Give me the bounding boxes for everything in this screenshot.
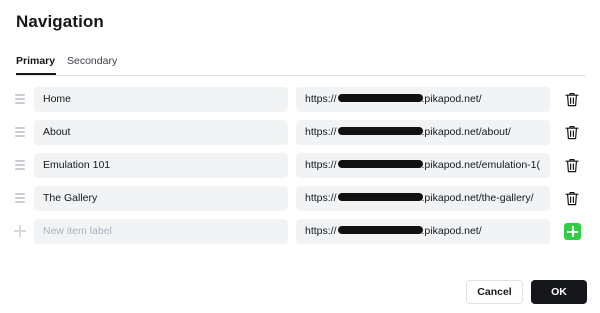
url-suffix: .pikapod.net/ — [421, 225, 482, 237]
trash-icon[interactable] — [565, 125, 579, 140]
redacted-mark — [337, 127, 423, 136]
nav-item-label: The Gallery — [43, 192, 98, 204]
new-item-label-placeholder: New item label — [43, 225, 112, 237]
nav-item-label: Emulation 101 — [43, 159, 111, 171]
modal-title: Navigation — [16, 12, 104, 31]
drag-handle-icon[interactable] — [15, 93, 26, 105]
nav-item-url-field[interactable]: https:// .pikapod.net/ — [296, 87, 550, 112]
redacted-mark — [337, 160, 423, 169]
tab-primary[interactable]: Primary — [16, 55, 57, 75]
navigation-modal: Navigation Primary Secondary Home https:… — [0, 0, 600, 313]
url-prefix: https:// — [305, 225, 337, 237]
url-suffix: .pikapod.net/ — [421, 93, 482, 105]
new-item-row: New item label https:// .pikapod.net/ — [0, 219, 600, 244]
nav-item-url-field[interactable]: https:// .pikapod.net/about/ — [296, 120, 550, 145]
nav-item-row: About https:// .pikapod.net/about/ — [0, 120, 600, 145]
url-prefix: https:// — [305, 126, 337, 138]
plus-icon — [14, 225, 26, 237]
nav-item-label-field[interactable]: The Gallery — [34, 186, 288, 211]
url-suffix: .pikapod.net/the-gallery/ — [421, 192, 534, 204]
add-item-button[interactable] — [564, 223, 581, 240]
url-suffix: .pikapod.net/emulation-1( — [421, 159, 541, 171]
redacted-mark — [337, 94, 423, 103]
drag-handle-icon[interactable] — [15, 192, 26, 204]
nav-item-label-field[interactable]: About — [34, 120, 288, 145]
tab-secondary[interactable]: Secondary — [67, 55, 117, 75]
url-prefix: https:// — [305, 93, 337, 105]
trash-icon[interactable] — [565, 158, 579, 173]
ok-button[interactable]: OK — [531, 280, 587, 304]
trash-icon[interactable] — [565, 191, 579, 206]
url-prefix: https:// — [305, 192, 337, 204]
redacted-mark — [337, 193, 423, 202]
nav-item-row: The Gallery https:// .pikapod.net/the-gal… — [0, 186, 600, 211]
drag-handle-icon[interactable] — [15, 159, 26, 171]
cancel-button[interactable]: Cancel — [466, 280, 523, 304]
nav-item-label: Home — [43, 93, 72, 105]
drag-handle-icon[interactable] — [15, 126, 26, 138]
trash-icon[interactable] — [565, 92, 579, 107]
redacted-mark — [337, 226, 423, 235]
url-suffix: .pikapod.net/about/ — [421, 126, 511, 138]
new-item-label-field[interactable]: New item label — [34, 219, 288, 244]
nav-item-label: About — [43, 126, 71, 138]
nav-item-url-field[interactable]: https:// .pikapod.net/emulation-1( — [296, 153, 550, 178]
new-item-url-field[interactable]: https:// .pikapod.net/ — [296, 219, 550, 244]
nav-item-row: Emulation 101 https:// .pikapod.net/emula… — [0, 153, 600, 178]
nav-item-label-field[interactable]: Emulation 101 — [34, 153, 288, 178]
nav-item-url-field[interactable]: https:// .pikapod.net/the-gallery/ — [296, 186, 550, 211]
url-prefix: https:// — [305, 159, 337, 171]
nav-item-label-field[interactable]: Home — [34, 87, 288, 112]
tab-bar: Primary Secondary — [16, 55, 586, 76]
nav-item-row: Home https:// .pikapod.net/ — [0, 87, 600, 112]
